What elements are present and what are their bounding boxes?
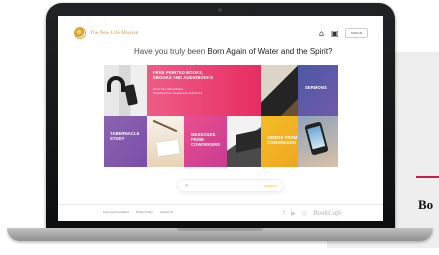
footer-social: f ▶ ◎ BookCafe <box>283 209 342 217</box>
website-screen: The New Life Mission ⌂ ▣ SIGN IN Have yo… <box>58 16 383 221</box>
site-logo[interactable]: The New Life Mission <box>74 27 138 39</box>
pen-image <box>152 119 178 133</box>
sign-in-button[interactable]: SIGN IN <box>345 28 368 38</box>
books-tile[interactable]: FREE PRINTED BOOKS, eBOOKS AND AUDIOBOOK… <box>147 65 261 116</box>
cart-icon[interactable]: ▣ <box>331 29 339 38</box>
smartphone-photo-tile[interactable] <box>298 116 338 167</box>
user-icon[interactable]: ⌂ <box>319 29 324 38</box>
tabernacle-tile-title: TABERNACLE STUDY <box>110 131 140 141</box>
small-laptop-image <box>236 129 261 153</box>
page-headline: Have you truly been Born Again of Water … <box>134 47 333 56</box>
smartphone-image <box>304 121 329 156</box>
instagram-icon[interactable]: ◎ <box>302 210 307 217</box>
laptop-hinge <box>177 228 263 231</box>
paper-image <box>156 139 180 157</box>
contact-link[interactable]: Contact Us <box>160 211 173 214</box>
headline-prefix: Have you truly been <box>134 47 206 56</box>
books-tile-subtitle-2: Download Free ebooks and audiobooks <box>153 91 203 95</box>
messages-from-coworkers-tile[interactable]: MESSAGES FROM COWORKERS <box>184 116 227 167</box>
search-icon: ⌕ <box>185 182 189 189</box>
videos-tile-title: VIDEOS FROM COWORKERS <box>267 135 298 145</box>
headline-emphasis: Born Again of Water and the Spirit? <box>207 47 333 56</box>
camera-dot <box>218 8 222 12</box>
accent-rule <box>416 176 439 178</box>
videos-from-coworkers-tile[interactable]: VIDEOS FROM COWORKERS <box>261 116 298 167</box>
audiobook-photo-tile[interactable] <box>104 65 147 116</box>
youtube-icon[interactable]: ▶ <box>291 210 296 217</box>
tabernacle-study-tile[interactable]: TABERNACLE STUDY <box>104 116 147 167</box>
sermons-tile[interactable]: SERMONS <box>298 65 338 116</box>
bible-photo-tile[interactable] <box>261 65 298 116</box>
privacy-link[interactable]: Privacy Policy <box>136 211 153 214</box>
partial-side-text: Bo <box>418 197 434 212</box>
footer-divider <box>58 204 383 205</box>
terms-link[interactable]: Terms and Conditions <box>103 211 129 214</box>
phone-image <box>124 84 138 106</box>
logo-text: The New Life Mission <box>90 30 139 36</box>
logo-mark-icon <box>74 27 86 39</box>
search-button[interactable]: SEARCH <box>264 182 277 189</box>
bookcafe-brand[interactable]: BookCafe <box>313 209 342 217</box>
laptop-bezel: The New Life Mission ⌂ ▣ SIGN IN Have yo… <box>46 3 395 233</box>
books-tile-title: FREE PRINTED BOOKS, eBOOKS AND AUDIOBOOK… <box>153 70 214 80</box>
marketing-laptop-scene: Bo The New Life Mission ⌂ ▣ SIGN IN Have… <box>0 0 439 255</box>
facebook-icon[interactable]: f <box>283 210 285 217</box>
search-bar: ⌕ SEARCH <box>178 180 283 191</box>
headphones-image <box>107 76 125 92</box>
writing-photo-tile[interactable] <box>147 116 184 167</box>
search-input[interactable] <box>193 182 263 189</box>
messages-tile-title: MESSAGES FROM COWORKERS <box>191 132 221 147</box>
sermons-tile-title: SERMONS <box>305 85 327 90</box>
laptop-photo-tile[interactable] <box>227 116 261 167</box>
footer-links: Terms and Conditions Privacy Policy Cont… <box>103 211 173 214</box>
content-tile-grid: FREE PRINTED BOOKS, eBOOKS AND AUDIOBOOK… <box>104 65 338 167</box>
